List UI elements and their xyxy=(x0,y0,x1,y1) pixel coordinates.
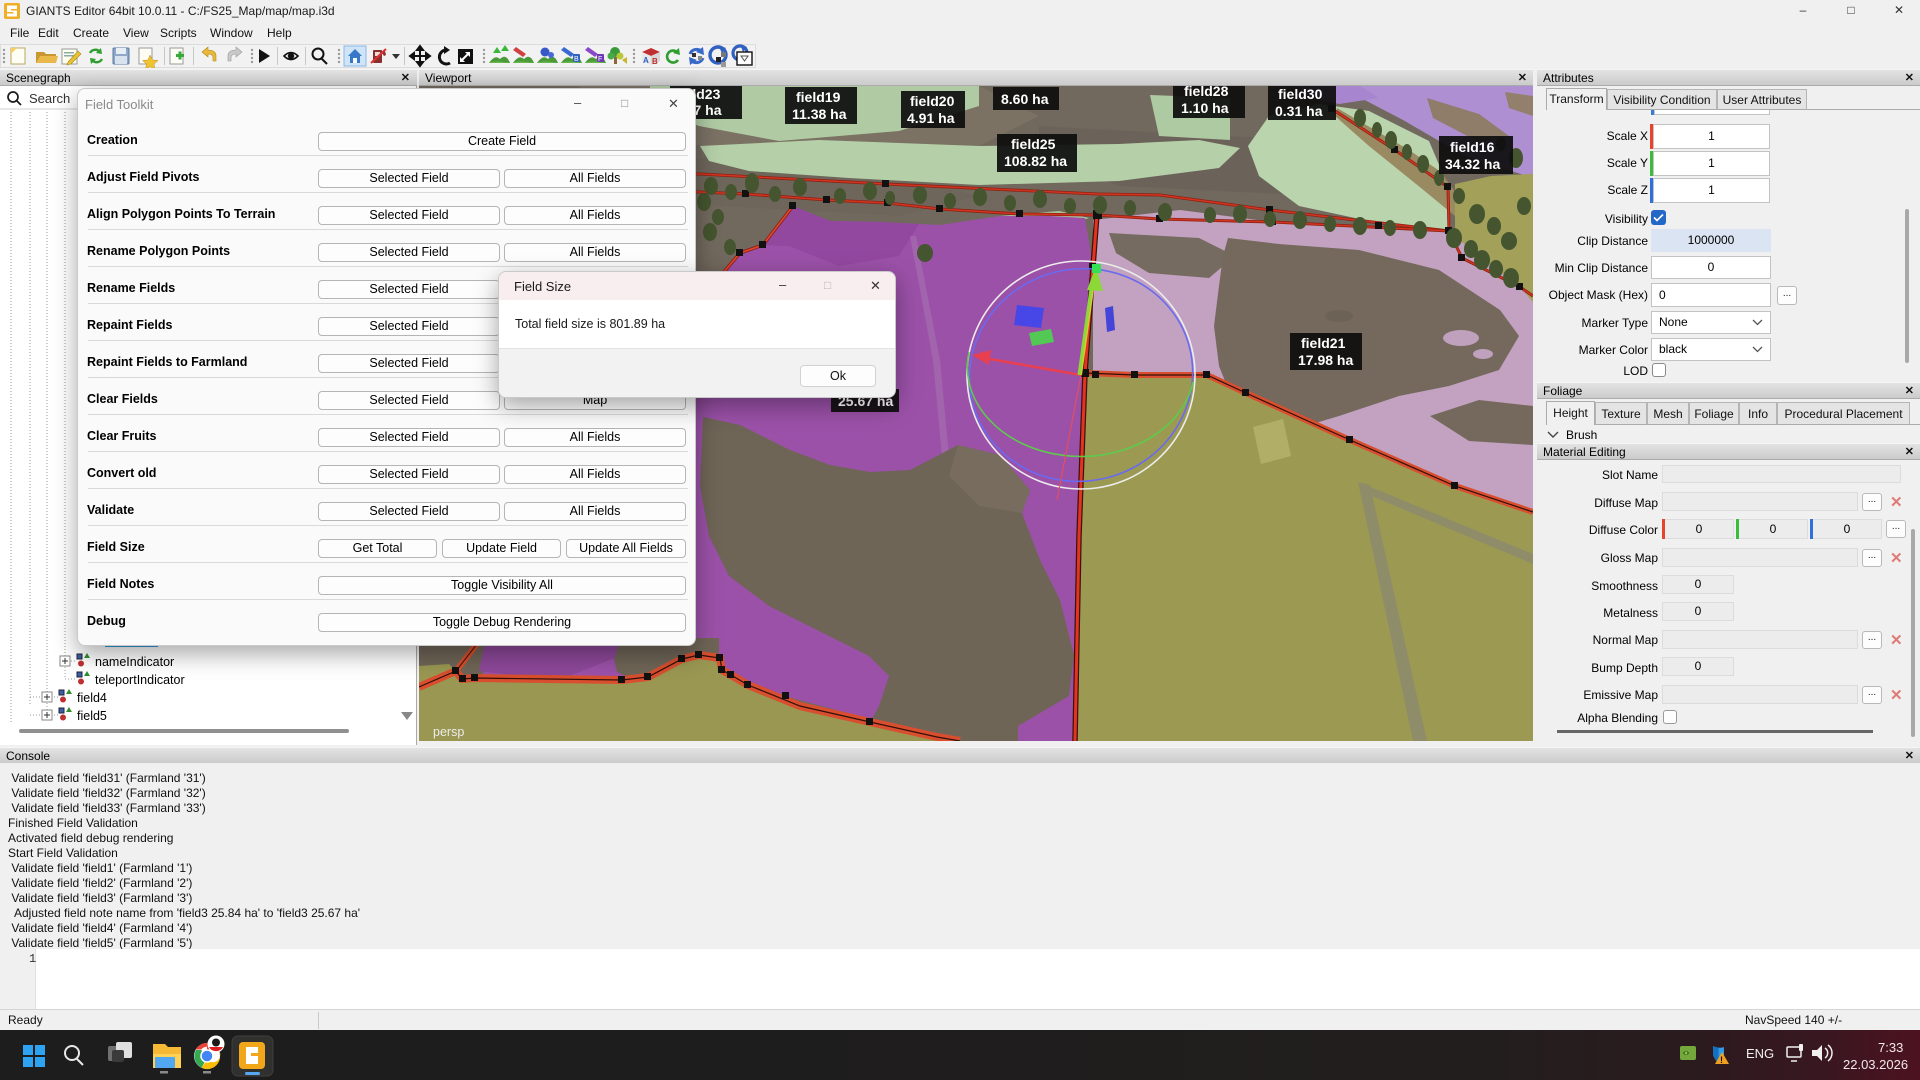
svg-text:field16: field16 xyxy=(1450,139,1495,155)
svg-text:field20: field20 xyxy=(910,93,955,109)
svg-text:8.60 ha: 8.60 ha xyxy=(1001,91,1049,107)
svg-text:field4: field4 xyxy=(77,691,107,705)
svg-text:field19: field19 xyxy=(796,89,841,105)
svg-text:field30: field30 xyxy=(1278,86,1323,102)
svg-text:22.03.2026: 22.03.2026 xyxy=(1843,1057,1908,1072)
svg-text:A: A xyxy=(643,56,649,65)
svg-text:17.98 ha: 17.98 ha xyxy=(1298,352,1353,368)
svg-text:ENG: ENG xyxy=(1746,1046,1774,1061)
svg-text:Search: Search xyxy=(29,91,70,106)
svg-text:34.32 ha: 34.32 ha xyxy=(1445,156,1500,172)
svg-text:!: ! xyxy=(1720,1055,1723,1065)
svg-text:7:33: 7:33 xyxy=(1878,1040,1903,1055)
svg-text:field5: field5 xyxy=(77,709,107,723)
svg-text:field25: field25 xyxy=(1011,136,1056,152)
svg-text:108.82 ha: 108.82 ha xyxy=(1004,153,1067,169)
svg-text:field28: field28 xyxy=(1184,86,1229,99)
svg-text:11.38 ha: 11.38 ha xyxy=(792,106,847,122)
svg-text:4.91 ha: 4.91 ha xyxy=(907,110,955,126)
svg-text:teleportIndicator: teleportIndicator xyxy=(95,673,185,687)
svg-text:0.31 ha: 0.31 ha xyxy=(1275,103,1323,119)
svg-text:field21: field21 xyxy=(1301,335,1346,351)
svg-text:B: B xyxy=(652,57,658,66)
svg-text:nameIndicator: nameIndicator xyxy=(95,655,174,669)
svg-text:1.10 ha: 1.10 ha xyxy=(1181,100,1229,116)
svg-text:persp: persp xyxy=(433,725,464,739)
